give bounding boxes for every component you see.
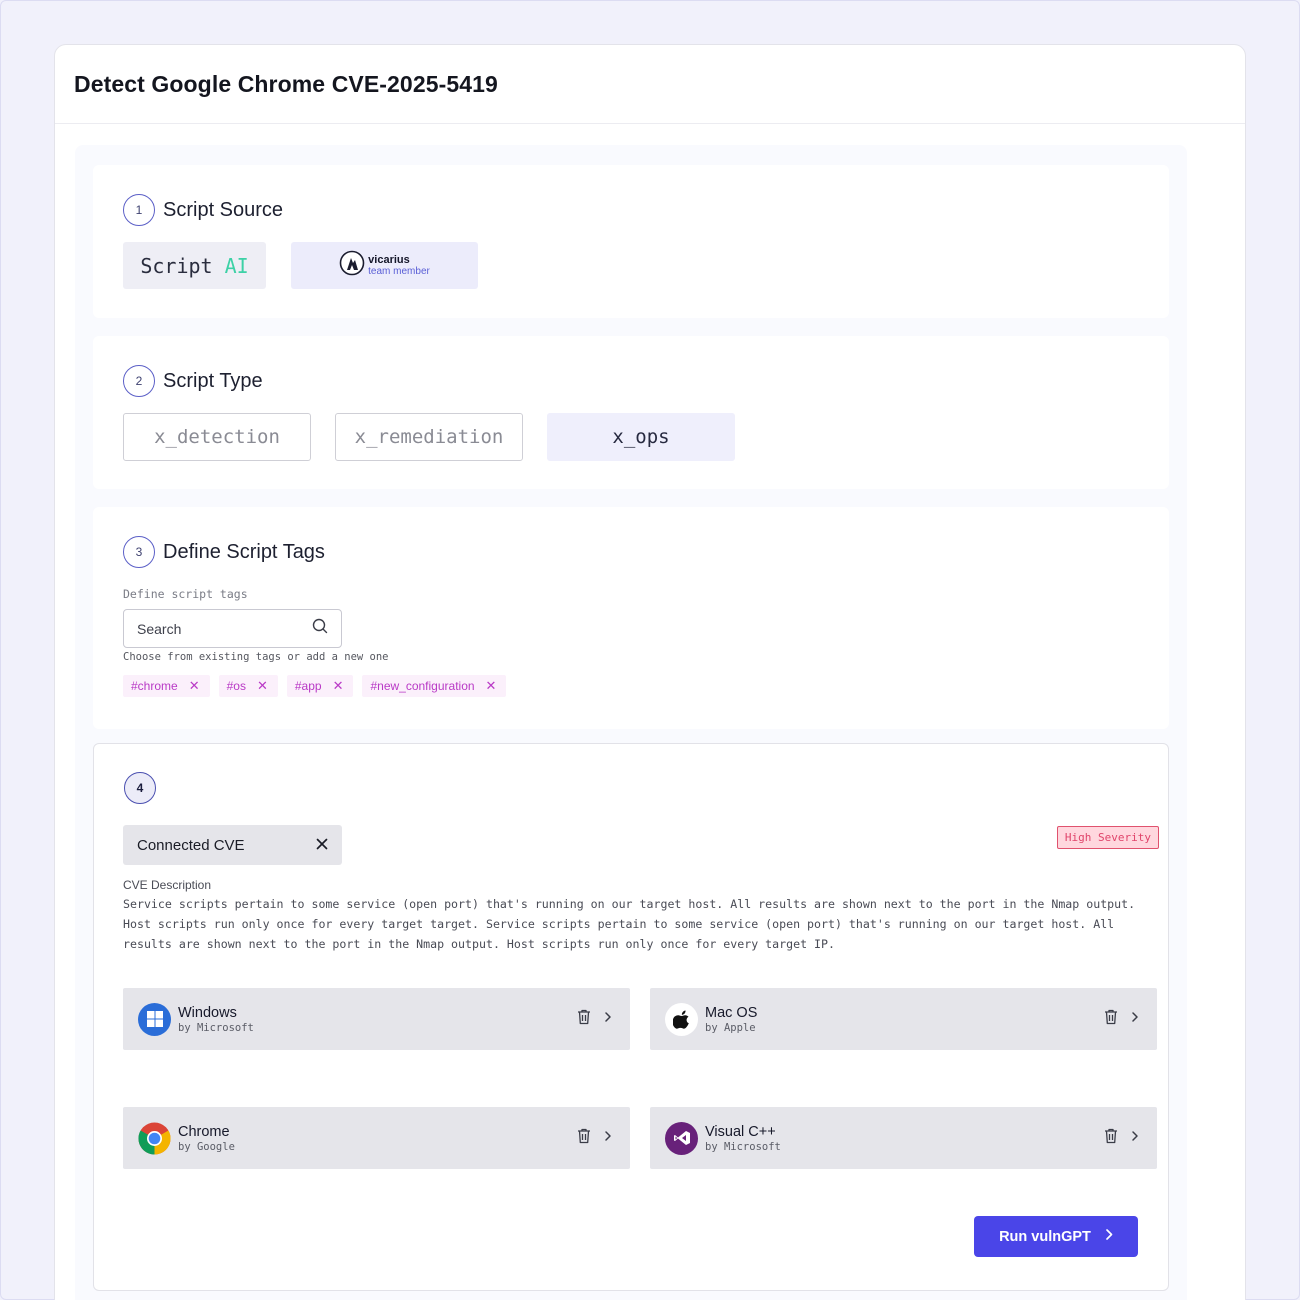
tag-label: #chrome bbox=[131, 679, 178, 693]
step-number: 2 bbox=[123, 365, 155, 397]
step-header: 3 Define Script Tags bbox=[123, 536, 325, 568]
tag-search-box[interactable] bbox=[123, 609, 342, 648]
close-icon[interactable] bbox=[316, 837, 328, 854]
cve-description: Service scripts pertain to some service … bbox=[123, 897, 1136, 951]
step-header: 1 Script Source bbox=[123, 194, 283, 226]
script-source-section: 1 Script Source Script AI vicarius team … bbox=[93, 165, 1169, 318]
run-vulngpt-button[interactable]: Run vulnGPT bbox=[974, 1216, 1138, 1257]
remove-tag-icon[interactable]: ✕ bbox=[257, 678, 268, 694]
vicarius-name: vicarius bbox=[368, 253, 410, 266]
chrome-icon bbox=[138, 1122, 171, 1155]
step-number: 4 bbox=[124, 772, 156, 804]
section-title: Define Script Tags bbox=[163, 540, 325, 563]
product-vendor: by Microsoft bbox=[178, 1021, 254, 1034]
page-title: Detect Google Chrome CVE-2025-5419 bbox=[74, 70, 498, 97]
windows-icon bbox=[138, 1002, 171, 1036]
product-vendor: by Google bbox=[178, 1140, 235, 1153]
trash-icon[interactable] bbox=[1104, 1009, 1118, 1030]
step-header: 2 Script Type bbox=[123, 365, 263, 397]
trash-icon[interactable] bbox=[577, 1128, 591, 1149]
vicarius-team-button[interactable]: vicarius team member bbox=[291, 242, 478, 289]
product-name: Visual C++ bbox=[705, 1123, 776, 1140]
chevron-right-icon[interactable] bbox=[1131, 1010, 1139, 1028]
product-name: Chrome bbox=[178, 1123, 230, 1140]
type-option-detection[interactable]: x_detection bbox=[123, 413, 311, 461]
trash-icon[interactable] bbox=[1104, 1128, 1118, 1149]
script-tags-section: 3 Define Script Tags Define script tags … bbox=[93, 507, 1169, 729]
product-vendor: by Microsoft bbox=[705, 1140, 781, 1153]
product-name: Mac OS bbox=[705, 1004, 758, 1021]
main-card: Detect Google Chrome CVE-2025-5419 1 Scr… bbox=[54, 44, 1246, 1300]
tag-label: #app bbox=[294, 679, 322, 693]
chevron-right-icon[interactable] bbox=[604, 1129, 612, 1147]
trash-icon[interactable] bbox=[577, 1009, 591, 1030]
section-title: Script Type bbox=[163, 369, 263, 392]
cve-description-label: CVE Description bbox=[123, 878, 212, 892]
type-option-remediation[interactable]: x_remediation bbox=[335, 413, 523, 461]
step-header: 4 bbox=[124, 772, 156, 804]
tags-helper-text: Choose from existing tags or add a new o… bbox=[123, 651, 389, 663]
vicarius-logo-icon bbox=[339, 250, 365, 281]
product-card-chrome[interactable]: Chrome by Google bbox=[123, 1107, 630, 1169]
vicarius-sub: team member bbox=[368, 265, 430, 277]
remove-tag-icon[interactable]: ✕ bbox=[333, 678, 344, 694]
tag-chip: #chrome ✕ bbox=[123, 675, 210, 697]
product-vendor: by Apple bbox=[705, 1021, 756, 1034]
script-ai-button[interactable]: Script AI bbox=[123, 242, 266, 289]
step-number: 1 bbox=[123, 194, 155, 226]
tag-list: #chrome ✕ #os ✕ #app ✕ #new_configuratio… bbox=[123, 675, 507, 697]
apple-icon bbox=[665, 1002, 698, 1036]
tag-search-input[interactable] bbox=[137, 620, 297, 637]
run-button-label: Run vulnGPT bbox=[999, 1228, 1091, 1245]
tags-field-label: Define script tags bbox=[123, 587, 248, 601]
script-ai-word: Script bbox=[140, 253, 213, 278]
remove-tag-icon[interactable]: ✕ bbox=[189, 678, 200, 694]
tag-chip: #new_configuration ✕ bbox=[362, 675, 507, 697]
tag-chip: #os ✕ bbox=[218, 675, 278, 697]
tag-label: #new_configuration bbox=[370, 679, 475, 693]
severity-badge: High Severity bbox=[1056, 826, 1159, 849]
product-card-windows[interactable]: Windows by Microsoft bbox=[123, 988, 630, 1050]
card-header: Detect Google Chrome CVE-2025-5419 bbox=[55, 45, 1245, 124]
vicarius-logo: vicarius team member bbox=[339, 250, 430, 281]
product-card-macos[interactable]: Mac OS by Apple bbox=[650, 988, 1157, 1050]
chevron-right-icon[interactable] bbox=[604, 1010, 612, 1028]
tag-chip: #app ✕ bbox=[286, 675, 354, 697]
section-title: Script Source bbox=[163, 198, 284, 221]
script-type-section: 2 Script Type x_detection x_remediation … bbox=[93, 336, 1169, 489]
workspace: 1 Script Source Script AI vicarius team … bbox=[75, 145, 1187, 1300]
chevron-right-icon bbox=[1105, 1228, 1113, 1245]
search-icon[interactable] bbox=[312, 618, 328, 639]
type-option-ops[interactable]: x_ops bbox=[547, 413, 735, 461]
chevron-right-icon[interactable] bbox=[1131, 1129, 1139, 1147]
product-name: Windows bbox=[178, 1004, 237, 1021]
remove-tag-icon[interactable]: ✕ bbox=[486, 678, 497, 694]
tag-label: #os bbox=[226, 679, 246, 693]
connected-cve-label: Connected CVE bbox=[137, 836, 245, 854]
step-number: 3 bbox=[123, 536, 155, 568]
product-card-visual-cpp[interactable]: Visual C++ by Microsoft bbox=[650, 1107, 1157, 1169]
connected-cve-section: 4 Connected CVE High Severity CVE Descri… bbox=[93, 743, 1169, 1291]
connected-cve-chip[interactable]: Connected CVE bbox=[123, 825, 342, 865]
script-ai-ai: AI bbox=[224, 253, 249, 278]
visual-studio-icon bbox=[665, 1121, 698, 1155]
